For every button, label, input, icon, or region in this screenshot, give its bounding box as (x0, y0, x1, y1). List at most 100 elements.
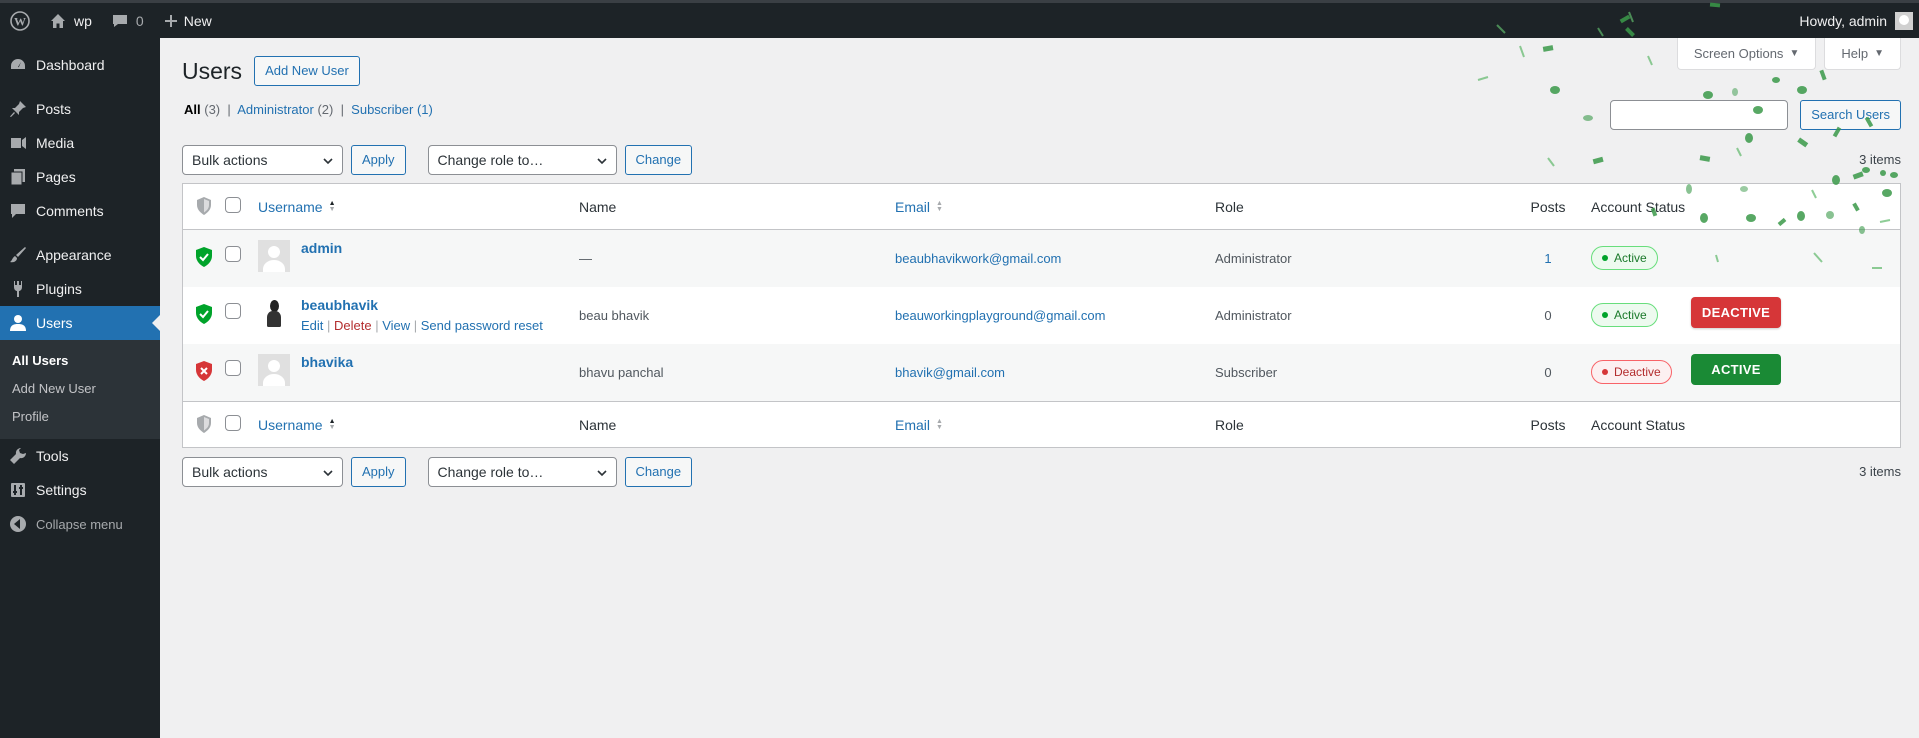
deactivate-button[interactable]: DEACTIVE (1691, 297, 1781, 328)
username-column-header[interactable]: Username ▲ ▼ (258, 199, 579, 215)
caret-down-icon: ▼ (1789, 48, 1800, 59)
submenu-all-users[interactable]: All Users (0, 347, 160, 375)
edit-link[interactable]: Edit (301, 318, 323, 333)
username-link[interactable]: bhavika (301, 354, 353, 370)
filter-all-count: (3) (204, 102, 221, 117)
email-link[interactable]: beaubhavikwork@gmail.com (895, 230, 1215, 266)
items-count: 3 items (1859, 152, 1901, 167)
account-status-column-header: Account Status (1591, 198, 1686, 215)
change-role-select[interactable]: Change role to… (427, 145, 617, 175)
name-cell: beau bhavik (579, 308, 650, 323)
sidebar-item-dashboard[interactable]: Dashboard (0, 48, 160, 82)
tablenav-bottom: Bulk actions Apply Change role to… Chang… (182, 457, 693, 487)
new-content-link[interactable]: New (154, 3, 222, 38)
filter-subscriber-count: (1) (416, 102, 433, 117)
select-all-checkbox[interactable] (225, 197, 241, 213)
comments-link[interactable]: 0 (102, 3, 154, 38)
username-link[interactable]: admin (301, 240, 342, 256)
screen-meta-links: Screen Options ▼ Help ▼ (1676, 38, 1901, 70)
sort-arrows-icon: ▲ ▼ (328, 199, 336, 213)
activate-button[interactable]: ACTIVE (1691, 354, 1781, 385)
role-column-header: Role (1215, 198, 1244, 215)
sidebar-item-users[interactable]: Users (0, 306, 160, 340)
avatar (1895, 11, 1913, 30)
sidebar-item-settings[interactable]: Settings (0, 473, 160, 507)
bulk-actions-select[interactable]: Bulk actions (182, 457, 343, 487)
chevron-down-icon (596, 466, 608, 482)
name-cell: bhavu panchal (579, 365, 664, 380)
wordpress-logo-icon[interactable]: W (0, 3, 40, 38)
table-header: Username ▲ ▼ Name Email ▲ ▼ Role Posts Acc… (183, 184, 1900, 230)
sidebar-item-pages[interactable]: Pages (0, 160, 160, 194)
view-link[interactable]: View (382, 318, 410, 333)
plus-icon (164, 14, 178, 28)
filter-all[interactable]: All (184, 102, 201, 117)
send-password-reset-link[interactable]: Send password reset (421, 318, 543, 333)
change-role-button[interactable]: Change (624, 457, 693, 487)
help-button[interactable]: Help ▼ (1824, 38, 1901, 70)
name-cell: — (579, 251, 592, 266)
sidebar-item-posts[interactable]: Posts (0, 92, 160, 126)
email-column-header[interactable]: Email ▲ ▼ (895, 417, 1215, 433)
posts-count-link[interactable]: 1 (1517, 230, 1579, 266)
table-row: admin — beaubhavikwork@gmail.com Adminis… (183, 230, 1900, 287)
sidebar-item-appearance[interactable]: Appearance (0, 238, 160, 272)
avatar (258, 354, 290, 386)
settings-icon (8, 480, 28, 500)
items-count: 3 items (1859, 464, 1901, 479)
change-role-button[interactable]: Change (624, 145, 693, 175)
plug-icon (8, 279, 28, 299)
status-badge: Active (1591, 246, 1658, 270)
page-title: Users (182, 57, 243, 84)
admin-sidebar: Dashboard Posts Media Pages Comments App… (0, 38, 160, 738)
shield-icon (193, 195, 215, 217)
shield-check-icon (193, 246, 215, 268)
my-account[interactable]: Howdy, admin (1789, 3, 1919, 38)
email-link[interactable]: bhavik@gmail.com (895, 344, 1215, 380)
name-column-header: Name (579, 416, 617, 433)
role-cell: Administrator (1215, 308, 1292, 323)
email-link[interactable]: beauworkingplayground@gmail.com (895, 287, 1215, 323)
search-users-button[interactable]: Search Users (1800, 100, 1901, 130)
wrench-icon (8, 446, 28, 466)
comment-icon (112, 13, 128, 29)
submenu-add-new-user[interactable]: Add New User (0, 375, 160, 403)
site-name-link[interactable]: wp (40, 3, 102, 38)
sidebar-item-tools[interactable]: Tools (0, 439, 160, 473)
caret-down-icon: ▼ (1874, 48, 1884, 59)
comments-count: 0 (135, 12, 144, 29)
bulk-actions-select[interactable]: Bulk actions (182, 145, 343, 175)
shield-column-header (183, 195, 225, 219)
sidebar-item-media[interactable]: Media (0, 126, 160, 160)
filter-administrator[interactable]: Administrator (237, 102, 314, 117)
select-all-checkbox[interactable] (225, 415, 241, 431)
apply-button[interactable]: Apply (351, 457, 406, 487)
apply-button[interactable]: Apply (351, 145, 406, 175)
svg-text:W: W (14, 14, 26, 28)
table-row: bhavika bhavu panchal bhavik@gmail.com S… (183, 344, 1900, 401)
collapse-menu-button[interactable]: Collapse menu (0, 507, 160, 541)
filter-subscriber[interactable]: Subscriber (351, 102, 413, 117)
search-input[interactable] (1610, 100, 1789, 130)
users-submenu: All Users Add New User Profile (0, 340, 160, 439)
submenu-profile[interactable]: Profile (0, 403, 160, 431)
email-column-header[interactable]: Email ▲ ▼ (895, 199, 1215, 215)
row-checkbox[interactable] (225, 360, 241, 376)
change-role-select[interactable]: Change role to… (427, 457, 617, 487)
table-row: beaubhavik Edit | Delete | View | Send p… (183, 287, 1900, 344)
chevron-down-icon (322, 154, 334, 170)
sidebar-item-comments[interactable]: Comments (0, 194, 160, 228)
dashboard-icon (8, 55, 28, 75)
delete-link[interactable]: Delete (334, 318, 372, 333)
add-new-user-button[interactable]: Add New User (254, 56, 360, 86)
sidebar-item-plugins[interactable]: Plugins (0, 272, 160, 306)
username-link[interactable]: beaubhavik (301, 297, 378, 313)
status-badge: Active (1591, 303, 1658, 327)
chevron-down-icon (596, 154, 608, 170)
sort-arrows-icon: ▲ ▼ (936, 417, 943, 431)
row-checkbox[interactable] (225, 246, 241, 262)
username-column-header[interactable]: Username ▲ ▼ (258, 417, 579, 433)
screen-options-button[interactable]: Screen Options ▼ (1676, 38, 1817, 70)
main-content: Screen Options ▼ Help ▼ Users Add New User… (160, 38, 1919, 738)
row-checkbox[interactable] (225, 303, 241, 319)
